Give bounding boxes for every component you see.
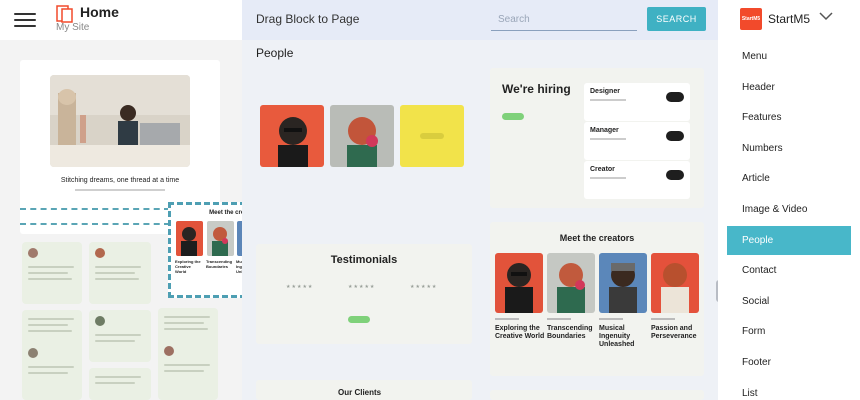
- job-card: Designer: [584, 83, 690, 121]
- testimonials-title: Testimonials: [330, 254, 398, 266]
- testimonial-card: [22, 342, 82, 400]
- creator-photo: [207, 221, 234, 256]
- brand-name: StartM5: [768, 12, 811, 26]
- creator-meta: [599, 318, 629, 323]
- gallery-section-title: People: [256, 46, 294, 60]
- meet-creators-title: Meet the creators: [559, 233, 635, 243]
- category-item-image-video[interactable]: Image & Video: [727, 195, 851, 224]
- category-item-header[interactable]: Header: [727, 73, 851, 102]
- job-card: Creator: [584, 161, 690, 199]
- job-apply-button: [666, 131, 684, 141]
- job-card: Manager: [584, 122, 690, 160]
- creator-caption: Musical Ingenuity Unleashed: [599, 325, 635, 348]
- testimonial-card: [89, 310, 151, 362]
- rating-stars: ★★★★★: [348, 284, 376, 290]
- block-thumbnail-hiring[interactable]: We're hiring Designer Manager Creator: [490, 68, 704, 208]
- creator-caption: Transcending Boundaries: [547, 325, 593, 340]
- search-button[interactable]: SEARCH: [647, 7, 706, 31]
- job-apply-button: [666, 92, 684, 102]
- hero-caption: Stitching dreams, one thread at a time: [60, 177, 180, 184]
- search-input[interactable]: [491, 9, 637, 31]
- chevron-down-icon[interactable]: [818, 9, 834, 23]
- clients-title: Our Clients: [338, 388, 382, 397]
- creator-caption: Exploring the Creative World: [175, 259, 201, 274]
- person-photo: [260, 105, 324, 167]
- job-subtitle: [590, 177, 630, 182]
- block-gallery: People We're hiring Designer Manager Cre…: [242, 40, 718, 400]
- job-apply-button: [666, 170, 684, 180]
- creator-meta: [651, 318, 681, 323]
- creator-photo: [547, 253, 595, 313]
- person-photo: [330, 105, 394, 167]
- rating-stars: ★★★★★: [286, 284, 314, 290]
- category-item-numbers[interactable]: Numbers: [727, 134, 851, 163]
- page-preview: Stitching dreams, one thread at a time M…: [0, 40, 300, 400]
- creator-photo: [495, 253, 543, 313]
- category-item-menu[interactable]: Menu: [727, 42, 851, 71]
- block-thumbnail-clients[interactable]: Our Clients: [256, 380, 472, 400]
- site-subtitle: My Site: [56, 22, 90, 33]
- creator-caption: Transcending Boundaries: [206, 259, 233, 269]
- page-icon: [56, 5, 73, 23]
- testimonial-card: [89, 368, 151, 400]
- creator-meta: [495, 318, 525, 323]
- hero-image: [50, 75, 190, 167]
- top-bar: Home My Site Drag Block to Page SEARCH S…: [0, 0, 860, 40]
- testimonial-card: [22, 242, 82, 304]
- category-item-list[interactable]: List: [727, 379, 851, 400]
- block-category-list: Menu Header Features Numbers Article Image & …: [718, 40, 860, 400]
- brand-logo: StartM5: [740, 8, 762, 30]
- category-item-contact[interactable]: Contact: [727, 256, 851, 285]
- block-drawer-header: Drag Block to Page SEARCH: [242, 0, 718, 40]
- job-title: Creator: [590, 166, 615, 173]
- category-item-form[interactable]: Form: [727, 317, 851, 346]
- category-item-social[interactable]: Social: [727, 287, 851, 316]
- brand-selector[interactable]: StartM5 StartM5: [718, 0, 860, 40]
- creator-meta: [547, 318, 577, 323]
- block-thumbnail-meet-creators[interactable]: Meet the creators Exploring the Creative…: [490, 222, 704, 376]
- category-item-article[interactable]: Article: [727, 164, 851, 193]
- block-thumbnail-people-photos[interactable]: [256, 90, 472, 182]
- category-item-features[interactable]: Features: [727, 103, 851, 132]
- hiring-title: We're hiring: [502, 82, 571, 96]
- creator-caption: Passion and Perseverance: [651, 325, 697, 340]
- block-thumbnail-testimonials[interactable]: Testimonials ★★★★★ ★★★★★ ★★★★★: [256, 244, 472, 344]
- testimonials-button: [348, 316, 370, 323]
- hero-subtext: [20, 188, 220, 193]
- site-title[interactable]: Home: [80, 4, 119, 20]
- job-subtitle: [590, 138, 630, 143]
- cta-tile: [400, 105, 464, 167]
- testimonial-card: [158, 340, 218, 400]
- site-header: Home My Site: [0, 0, 242, 40]
- block-thumbnail[interactable]: [490, 390, 704, 400]
- drop-indicator: [20, 208, 170, 210]
- creator-photo: [651, 253, 699, 313]
- creator-caption: Exploring the Creative World: [495, 325, 545, 340]
- job-title: Designer: [590, 88, 620, 95]
- creator-photo: [599, 253, 647, 313]
- drop-indicator-bottom: [20, 223, 170, 225]
- drawer-title: Drag Block to Page: [256, 12, 360, 26]
- category-item-people[interactable]: People: [727, 225, 851, 255]
- job-subtitle: [590, 99, 630, 104]
- creator-photo: [176, 221, 203, 256]
- rating-stars: ★★★★★: [410, 284, 438, 290]
- hamburger-menu-icon[interactable]: [14, 11, 38, 29]
- job-title: Manager: [590, 127, 619, 134]
- category-item-footer[interactable]: Footer: [727, 348, 851, 377]
- hiring-button: [502, 113, 524, 120]
- testimonial-card: [89, 242, 151, 304]
